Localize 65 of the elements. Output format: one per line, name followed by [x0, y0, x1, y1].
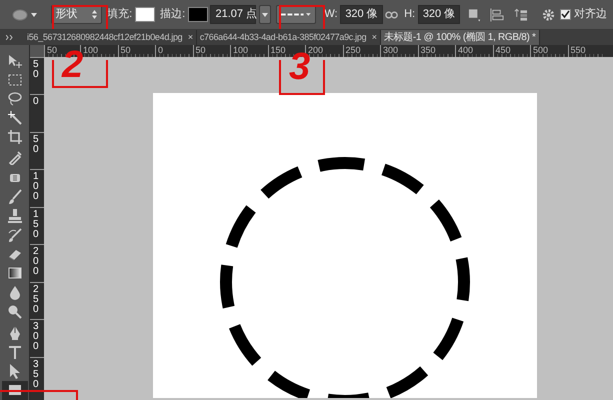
- stroke-label: 描边:: [160, 7, 186, 22]
- ruler-label: 400: [455, 45, 492, 58]
- ruler-label: 150: [33, 210, 40, 240]
- ruler-label: 50: [192, 45, 230, 58]
- ruler-label: 350: [418, 45, 455, 58]
- ruler-label: 0: [155, 45, 192, 58]
- marquee-icon: [7, 72, 23, 88]
- square-path-icon[interactable]: [468, 8, 482, 22]
- stroke-swatch[interactable]: [188, 7, 208, 22]
- brush-icon: [7, 188, 23, 205]
- magnifier-icon: [7, 304, 23, 320]
- ruler-label: 250: [342, 45, 380, 58]
- wand-icon: [7, 110, 23, 126]
- ruler-label: 50: [118, 45, 155, 58]
- ruler-label: 250: [33, 284, 40, 315]
- updown-arrow-icon: [92, 10, 97, 20]
- gradient-icon: [7, 265, 23, 282]
- arrange-icon[interactable]: [513, 8, 528, 22]
- align-edges-checkbox[interactable]: [560, 9, 572, 20]
- stamp-icon: [7, 208, 23, 224]
- drop-icon: [7, 284, 23, 301]
- ellipse-icon: [12, 8, 28, 21]
- link-icon[interactable]: [385, 10, 399, 19]
- tool-button[interactable]: [2, 380, 28, 400]
- ruler-label: 50: [33, 60, 40, 80]
- tool-preset-button[interactable]: [12, 8, 37, 21]
- pen-icon: [7, 324, 23, 341]
- type-icon: [7, 344, 23, 360]
- stroke-unit-dropdown[interactable]: [259, 5, 271, 24]
- height-field[interactable]: 320 像: [418, 5, 460, 24]
- ruler-label: 450: [492, 45, 530, 58]
- width-label: W:: [324, 7, 338, 22]
- ruler-label: 0: [33, 97, 40, 108]
- history-brush-icon: [7, 227, 23, 244]
- tab-title: c766a644-4b33-4ad-b61a-385f02477a9c.jpg: [200, 31, 366, 44]
- crop-icon: [7, 129, 23, 146]
- close-icon[interactable]: ×: [372, 30, 377, 46]
- fill-label: 填充:: [107, 7, 132, 22]
- ruler-label: 50: [33, 134, 40, 155]
- ruler-label: 100: [33, 172, 40, 202]
- caret-icon: [30, 12, 37, 17]
- ruler-label: 300: [380, 45, 418, 58]
- ruler-label: 200: [33, 247, 40, 278]
- close-icon[interactable]: ×: [188, 30, 193, 46]
- width-field[interactable]: 320 像: [340, 5, 383, 24]
- dashed-line-icon: [281, 13, 304, 16]
- caret-icon: [306, 13, 312, 16]
- fill-swatch[interactable]: [134, 7, 155, 22]
- height-label: H:: [404, 7, 416, 22]
- ruler-label: 350: [33, 360, 40, 390]
- settings-icon[interactable]: [542, 8, 555, 22]
- lasso-icon: [7, 91, 23, 108]
- stroke-width-field[interactable]: 21.07 点: [210, 5, 256, 24]
- ruler-label: 100: [230, 45, 268, 58]
- align-icon[interactable]: [490, 8, 505, 22]
- collapse-icon[interactable]: [6, 35, 14, 40]
- align-edges-label: 对齐边: [574, 6, 608, 22]
- ruler-label: 500: [530, 45, 568, 58]
- caret-icon: [262, 12, 268, 17]
- tab-title: i56_567312680982448cf12ef21b0e4d.jpg: [27, 31, 182, 44]
- checkmark-icon: [560, 9, 572, 20]
- ruler-label: 550: [568, 45, 605, 58]
- move-icon: [7, 52, 23, 69]
- eyedropper-icon: [7, 148, 23, 165]
- ruler-label: 300: [33, 322, 40, 352]
